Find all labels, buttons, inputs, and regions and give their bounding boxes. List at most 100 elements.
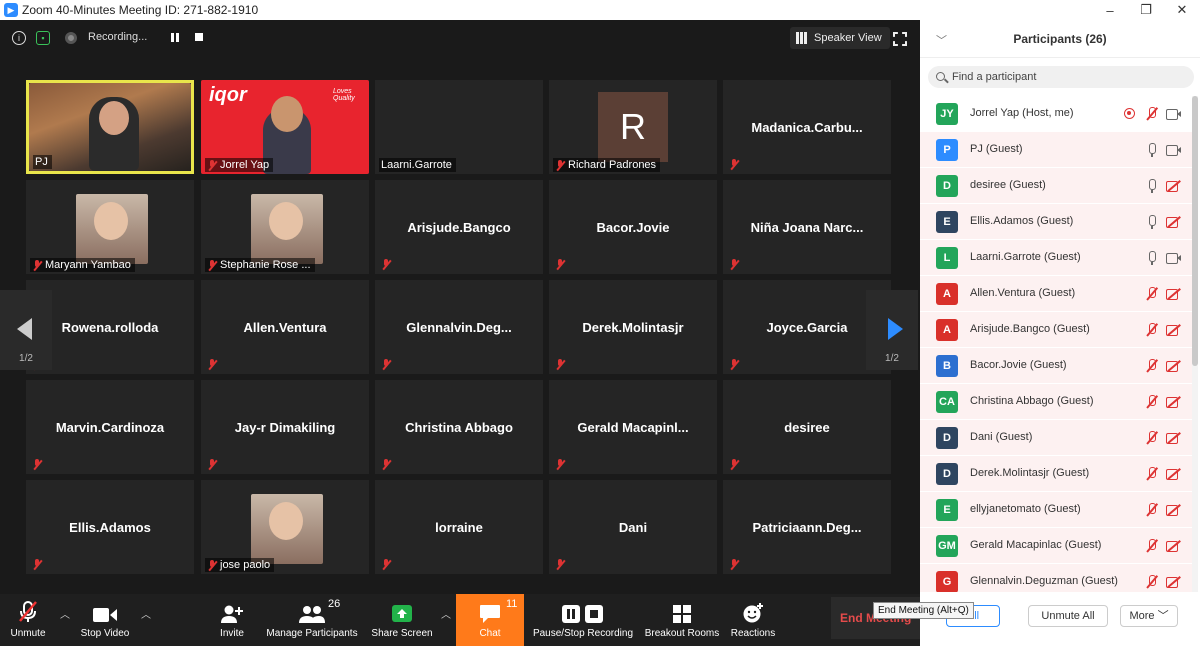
share-screen-button[interactable]: Share Screen [370,594,434,646]
participant-tile[interactable]: desiree [723,380,891,474]
pause-stop-recording-button[interactable]: Pause/Stop Recording [530,594,636,646]
participant-tile[interactable]: Bacor.Jovie [549,180,717,274]
participant-tile[interactable]: R Richard Padrones [549,80,717,174]
participant-tile[interactable]: Gerald Macapinl... [549,380,717,474]
participant-tile[interactable]: Glennalvin.Deg... [375,280,543,374]
participant-name-center: Glennalvin.Deg... [406,320,512,335]
stop-recording-button[interactable] [195,33,203,41]
stop-video-label: Stop Video [80,628,130,639]
muted-mic-icon[interactable] [1144,503,1160,517]
participant-avatar: P [936,139,958,161]
arrow-right-icon [888,318,903,340]
mic-icon[interactable] [1144,215,1160,229]
previous-page-button[interactable]: 1/2 [0,290,52,370]
participant-row[interactable]: JY Jorrel Yap (Host, me) [920,96,1192,132]
muted-mic-icon[interactable] [1144,323,1160,337]
pause-recording-button[interactable] [171,33,179,42]
participant-tile[interactable]: PJ [26,80,194,174]
muted-mic-icon[interactable] [1144,359,1160,373]
muted-mic-icon[interactable] [1144,395,1160,409]
participant-search-input[interactable]: Find a participant [928,66,1194,88]
search-placeholder: Find a participant [952,71,1037,83]
manage-participants-button[interactable]: Manage Participants 26 [262,594,362,646]
participant-tile[interactable]: Marvin.Cardinoza [26,380,194,474]
muted-mic-icon[interactable] [1144,107,1160,121]
chat-button[interactable]: Chat 11 [456,594,524,646]
next-page-button[interactable]: 1/2 [866,290,918,370]
participant-tile[interactable]: Patriciaann.Deg... [723,480,891,574]
breakout-rooms-icon [673,605,691,623]
participant-tile[interactable]: Stephanie Rose ... [201,180,369,274]
fullscreen-icon[interactable] [893,32,907,46]
participant-tile[interactable]: Madanica.Carbu... [723,80,891,174]
participant-tile[interactable]: Allen.Ventura [201,280,369,374]
muted-mic-icon[interactable] [1144,287,1160,301]
participant-list-scrollbar[interactable] [1192,96,1198,592]
participant-row[interactable]: A Arisjude.Bangco (Guest) [920,312,1192,348]
unmute-label: Unmute [10,628,46,639]
participant-tile[interactable]: Arisjude.Bangco [375,180,543,274]
participant-tile[interactable]: Maryann Yambao [26,180,194,274]
recording-status: Recording... [88,31,148,43]
muted-mic-icon[interactable] [1144,431,1160,445]
participant-tile[interactable]: Ellis.Adamos [26,480,194,574]
participant-tile[interactable]: Derek.Molintasjr [549,280,717,374]
participant-tile[interactable]: jose paolo [201,480,369,574]
invite-button[interactable]: Invite [210,594,254,646]
participant-name: desiree (Guest) [970,179,1046,191]
reactions-button[interactable]: Reactions [728,594,778,646]
restore-button[interactable]: ❐ [1128,2,1164,18]
unmute-all-button[interactable]: Unmute All [1028,605,1108,627]
participant-row[interactable]: E Ellis.Adamos (Guest) [920,204,1192,240]
audio-options-caret-icon[interactable]: ︿ [60,606,70,621]
participant-row[interactable]: P PJ (Guest) [920,132,1192,168]
video-options-caret-icon[interactable]: ︿ [141,606,151,621]
mic-icon[interactable] [1144,179,1160,193]
breakout-rooms-button[interactable]: Breakout Rooms [642,594,722,646]
participant-row[interactable]: A Allen.Ventura (Guest) [920,276,1192,312]
muted-mic-icon[interactable] [1144,575,1160,589]
more-button[interactable]: More ﹀ [1120,605,1178,627]
participant-tile[interactable]: Niña Joana Narc... [723,180,891,274]
participant-tile[interactable]: Laarni.Garrote [375,80,543,174]
participant-avatar: G [936,571,958,592]
participant-tile[interactable]: Dani [549,480,717,574]
smiley-icon [743,603,763,623]
muted-mic-icon [381,359,391,370]
participant-row[interactable]: Eellyjanetomato (Guest) [920,492,1192,528]
muted-mic-icon [555,459,565,470]
muted-mic-icon[interactable] [1144,539,1160,553]
participant-tile[interactable]: iqor Loves Quality Jorrel Yap [201,80,369,174]
participant-row[interactable]: B Bacor.Jovie (Guest) [920,348,1192,384]
participant-row[interactable]: Ddesiree (Guest) [920,168,1192,204]
minimize-button[interactable]: – [1092,3,1128,18]
participant-avatar: R [598,92,668,162]
participant-row[interactable]: G Glennalvin.Deguzman (Guest) [920,564,1192,592]
participant-face [269,202,303,240]
muted-mic-icon [381,259,391,270]
muted-mic-icon [19,601,37,622]
speaker-view-button[interactable]: Speaker View [790,27,890,49]
participant-row[interactable]: D Derek.Molintasjr (Guest) [920,456,1192,492]
share-options-caret-icon[interactable]: ︿ [441,606,451,621]
manage-participants-label: Manage Participants [266,628,358,639]
participant-tile[interactable]: lorraine [375,480,543,574]
participant-tile[interactable]: Christina Abbago [375,380,543,474]
participant-avatar: A [936,319,958,341]
participant-tile[interactable]: Jay-r Dimakiling [201,380,369,474]
info-icon[interactable]: i [12,31,26,45]
video-camera-icon [93,608,117,622]
unmute-button[interactable]: Unmute [2,594,54,646]
participant-row[interactable]: CA Christina Abbago (Guest) [920,384,1192,420]
recording-icon [1124,108,1135,119]
participant-row[interactable]: D Dani (Guest) [920,420,1192,456]
mic-icon[interactable] [1144,251,1160,265]
participant-row[interactable]: L Laarni.Garrote (Guest) [920,240,1192,276]
close-button[interactable]: ✕ [1164,2,1200,18]
lock-icon[interactable]: ▪ [36,31,50,45]
muted-mic-icon[interactable] [1144,467,1160,481]
participant-name: Bacor.Jovie (Guest) [970,359,1067,371]
stop-video-button[interactable]: Stop Video [76,594,134,646]
participant-row[interactable]: GM Gerald Macapinlac (Guest) [920,528,1192,564]
mic-icon[interactable] [1144,143,1160,157]
